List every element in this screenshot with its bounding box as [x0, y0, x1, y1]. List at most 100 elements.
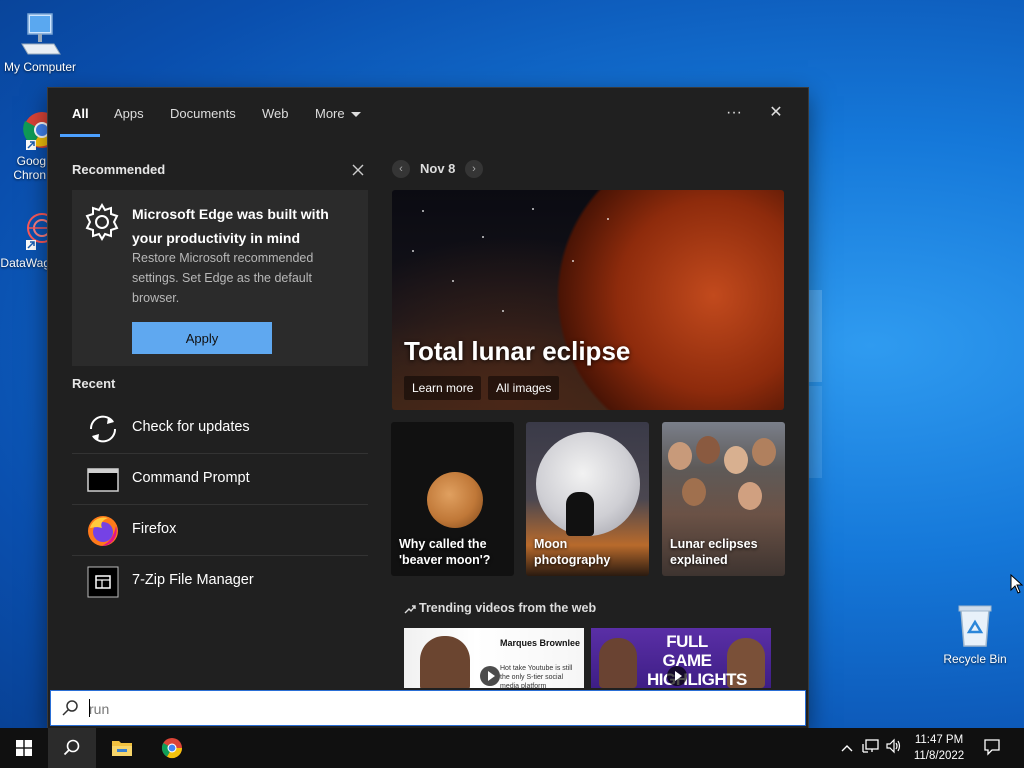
- recent-item-label: Firefox: [132, 521, 177, 537]
- show-hidden-icons-button[interactable]: [837, 738, 857, 758]
- video-title: FULL GAME HIGHLIGHTS: [647, 632, 747, 688]
- recent-item-label: Command Prompt: [132, 470, 250, 486]
- trending-icon: [404, 605, 416, 614]
- tab-more[interactable]: More: [315, 106, 361, 121]
- terminal-icon: [86, 463, 120, 497]
- previous-day-button[interactable]: ‹: [392, 160, 410, 178]
- refresh-icon: [86, 412, 120, 446]
- recent-item-label: Check for updates: [132, 419, 250, 435]
- notification-icon: [984, 739, 1000, 756]
- recommendation-description: Restore Microsoft recommended settings. …: [132, 251, 314, 305]
- tile-label: Why called the 'beaver moon'?: [399, 537, 491, 567]
- hero-card-lunar-eclipse[interactable]: Total lunar eclipse Learn more All image…: [392, 190, 784, 410]
- chrome-icon: [161, 738, 183, 759]
- windows-logo-icon: [16, 740, 32, 756]
- news-tile-beaver-moon[interactable]: Why called the 'beaver moon'?: [391, 422, 514, 576]
- chrome-taskbar-button[interactable]: [148, 728, 196, 768]
- trending-videos-label: Trending videos from the web: [419, 601, 597, 615]
- star: [532, 208, 534, 210]
- computer-icon: [16, 10, 64, 58]
- firefox-icon: [86, 514, 120, 548]
- video-thumbnail-marques-brownlee[interactable]: Marques Brownlee Hot take Youtube is sti…: [404, 628, 584, 688]
- 7zip-icon: [86, 565, 120, 599]
- moon-image: [427, 472, 483, 528]
- learn-more-link[interactable]: Learn more: [404, 376, 482, 400]
- all-images-link[interactable]: All images: [488, 376, 560, 400]
- news-tile-lunar-eclipses-explained[interactable]: Lunar eclipses explained: [662, 422, 785, 576]
- mouse-cursor-icon: [1010, 574, 1024, 594]
- wallpaper-beam: [808, 386, 822, 478]
- chevron-up-icon: [841, 745, 853, 752]
- start-button[interactable]: [0, 728, 48, 768]
- recommendation-title: Microsoft Edge was built with your produ…: [132, 206, 329, 246]
- tab-more-label: More: [315, 106, 345, 121]
- star: [452, 280, 454, 282]
- star: [502, 310, 504, 312]
- crowd-face: [682, 478, 706, 506]
- search-panel: All Apps Documents Web More ··· ✕ Recomm…: [48, 88, 808, 728]
- play-icon: [480, 666, 500, 686]
- recent-item-command-prompt[interactable]: Command Prompt: [72, 454, 368, 504]
- star: [422, 210, 424, 212]
- person-image: [420, 636, 470, 688]
- network-icon: [862, 739, 879, 753]
- clock-time: 11:47 PM: [914, 734, 964, 746]
- search-tabs-bar: All Apps Documents Web More ··· ✕: [48, 88, 808, 138]
- player-image: [599, 638, 637, 688]
- search-input[interactable]: [87, 697, 791, 721]
- apply-button[interactable]: Apply: [132, 322, 272, 354]
- trending-videos-title: Trending videos from the web: [404, 601, 596, 615]
- crowd-face: [738, 482, 762, 510]
- recent-item-check-for-updates[interactable]: Check for updates: [72, 403, 368, 453]
- crowd-face: [752, 438, 776, 466]
- search-icon: [62, 700, 78, 716]
- tab-apps[interactable]: Apps: [114, 106, 144, 121]
- star: [412, 250, 414, 252]
- star: [607, 218, 609, 220]
- recent-item-firefox[interactable]: Firefox: [72, 505, 368, 555]
- file-explorer-button[interactable]: [98, 728, 146, 768]
- star: [482, 236, 484, 238]
- photographer-silhouette: [566, 492, 594, 536]
- folder-icon: [112, 741, 132, 756]
- taskbar-clock[interactable]: 11:47 PM 11/8/2022: [908, 732, 970, 764]
- gear-icon: [82, 202, 122, 242]
- news-tile-moon-photography[interactable]: Moon photography: [526, 422, 649, 576]
- active-tab-indicator: [60, 134, 100, 137]
- taskbar: 11:47 PM 11/8/2022: [0, 728, 1024, 768]
- volume-button[interactable]: [884, 738, 904, 758]
- video-channel-name: Marques Brownlee: [500, 638, 581, 648]
- crowd-face: [668, 442, 692, 470]
- tab-documents[interactable]: Documents: [170, 106, 236, 121]
- recent-item-7zip[interactable]: 7-Zip File Manager: [72, 556, 368, 606]
- close-icon: [352, 164, 364, 176]
- tab-web[interactable]: Web: [262, 106, 289, 121]
- clock-date: 11/8/2022: [913, 750, 965, 762]
- desktop-icon-recycle-bin[interactable]: Recycle Bin: [935, 602, 1015, 666]
- news-date: Nov 8: [420, 161, 456, 176]
- desktop-icon-label: Recycle Bin: [943, 652, 1007, 666]
- video-description: Hot take Youtube is still the only S-tie…: [500, 665, 573, 688]
- network-button[interactable]: [861, 738, 881, 758]
- video-thumbnail-full-game-highlights[interactable]: FULL GAME HIGHLIGHTS: [591, 628, 771, 688]
- crowd-face: [724, 446, 748, 474]
- tab-all[interactable]: All: [72, 106, 89, 121]
- caret-down-icon: [350, 112, 361, 118]
- action-center-button[interactable]: [982, 738, 1002, 758]
- more-options-button[interactable]: ···: [720, 100, 748, 126]
- speaker-icon: [886, 738, 901, 754]
- tile-label: Moon photography: [534, 537, 611, 567]
- next-day-button[interactable]: ›: [465, 160, 483, 178]
- recycle-bin-icon: [951, 602, 999, 650]
- close-panel-button[interactable]: ✕: [762, 100, 790, 126]
- search-box[interactable]: [50, 690, 806, 726]
- tile-label: Lunar eclipses explained: [670, 537, 758, 567]
- recommendation-card: Microsoft Edge was built with your produ…: [72, 190, 368, 366]
- wallpaper-beam: [808, 290, 822, 382]
- taskbar-search-button[interactable]: [48, 728, 96, 768]
- recommended-title: Recommended: [72, 162, 166, 177]
- desktop-icon-my-computer[interactable]: My Computer: [0, 10, 80, 74]
- dismiss-recommended-button[interactable]: [350, 162, 366, 178]
- crowd-face: [696, 436, 720, 464]
- search-icon: [63, 739, 80, 756]
